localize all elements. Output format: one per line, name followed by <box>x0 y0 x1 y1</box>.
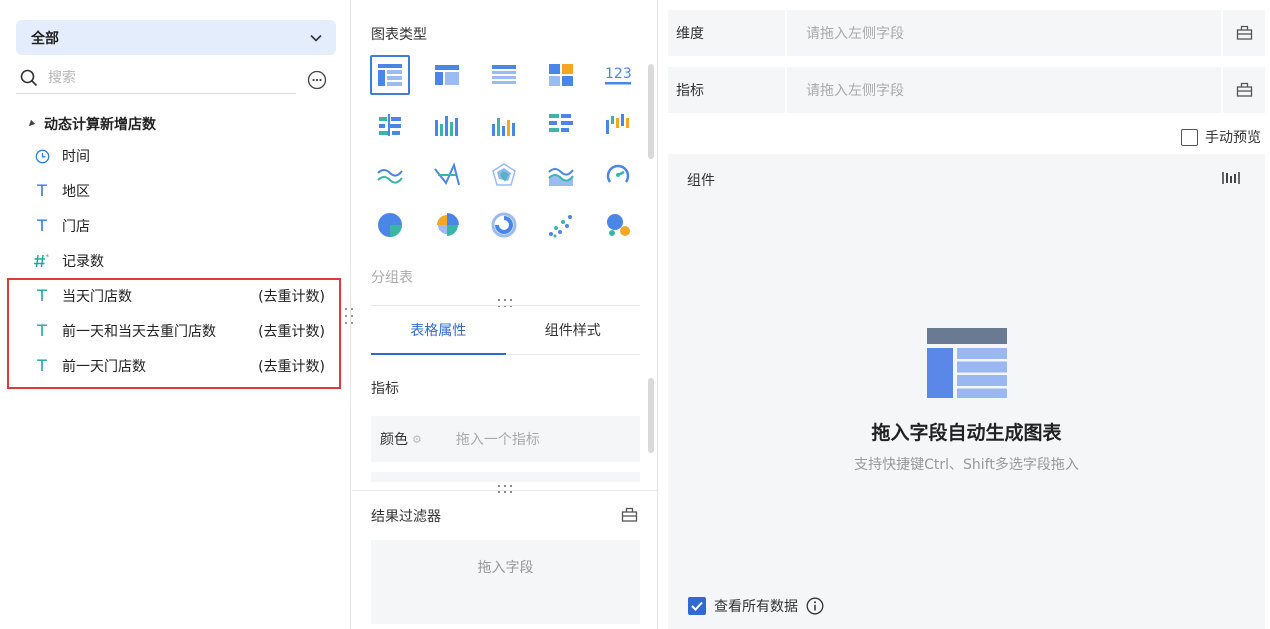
empty-state-title: 拖入字段自动生成图表 <box>871 422 1062 444</box>
current-chart-type: 分组表 <box>371 270 413 286</box>
view-all-data-toggle[interactable]: 查看所有数据 <box>688 596 824 616</box>
chart-type-title: 图表类型 <box>371 27 427 43</box>
field-name: 地区 <box>62 184 90 200</box>
svg-text:123: 123 <box>605 66 632 82</box>
radar-line-icon[interactable] <box>427 155 467 195</box>
metric-label: 指标 <box>668 67 787 113</box>
metric-placeholder: 请拖入左侧字段 <box>806 83 904 99</box>
waterfall-icon[interactable] <box>598 105 638 145</box>
kpi-card-icon[interactable] <box>541 55 581 95</box>
dimension-label: 维度 <box>668 10 787 56</box>
color-placeholder: 拖入一个指标 <box>455 432 540 448</box>
empty-state-hint: 支持快捷键Ctrl、Shift多选字段拖入 <box>854 457 1079 473</box>
manual-preview-toggle[interactable]: 手动预览 <box>1181 127 1261 147</box>
svg-text:*: * <box>46 253 50 261</box>
view-all-label: 查看所有数据 <box>714 599 798 615</box>
scope-dropdown[interactable]: 全部 <box>16 20 336 55</box>
dimension-drop-slot[interactable]: 维度 请拖入左侧字段 <box>668 10 1265 56</box>
donut-chart-icon[interactable] <box>484 205 524 245</box>
metric-drop-slot[interactable]: 指标 请拖入左侧字段 <box>668 67 1265 113</box>
info-icon[interactable] <box>806 597 824 615</box>
number-indicator-icon[interactable]: 123 <box>598 55 638 95</box>
field-name: 门店 <box>62 219 90 235</box>
metrics-section-label: 指标 <box>371 381 399 397</box>
cross-table-icon[interactable] <box>427 55 467 95</box>
gauge-icon[interactable] <box>598 155 638 195</box>
radar-chart-icon[interactable] <box>484 155 524 195</box>
color-drop-zone[interactable]: 颜色 ⚙ 拖入一个指标 <box>371 416 640 462</box>
bubble-chart-icon[interactable] <box>598 205 638 245</box>
search-icon <box>20 69 38 86</box>
color-label: 颜色 <box>380 432 408 448</box>
filter-placeholder: 拖入字段 <box>477 560 534 576</box>
filter-drop-zone[interactable]: 拖入字段 <box>371 540 640 624</box>
text-type-icon: T <box>37 181 47 200</box>
search-input[interactable] <box>48 69 268 86</box>
scope-label: 全部 <box>31 30 59 47</box>
chart-layout-icon[interactable] <box>1222 169 1240 187</box>
horizontal-bar-icon[interactable] <box>541 105 581 145</box>
scatter-chart-icon[interactable] <box>541 205 581 245</box>
next-property-row <box>371 472 640 482</box>
result-filter-title: 结果过滤器 <box>371 509 441 525</box>
stacked-column-icon[interactable] <box>427 105 467 145</box>
resize-dots-icon[interactable] <box>496 484 514 494</box>
dimension-placeholder: 请拖入左侧字段 <box>806 26 904 42</box>
clock-icon <box>32 149 52 164</box>
chart-grid-scrollbar[interactable] <box>648 64 654 159</box>
pie-chart-icon[interactable] <box>370 205 410 245</box>
field-name: 记录数 <box>62 254 104 270</box>
app-root: 全部 动态计算新增店数 时间 T 地区 T 门店 <box>0 0 1270 629</box>
canvas-panel: 维度 请拖入左侧字段 指标 请拖入左侧字段 手动预览 组件 拖入字段自动生成图表… <box>659 0 1270 629</box>
table-illustration-icon <box>927 328 1007 398</box>
manual-preview-checkbox[interactable] <box>1181 128 1198 146</box>
chevron-down-icon <box>310 34 322 42</box>
grouped-table-icon[interactable] <box>370 55 410 95</box>
field-item-time[interactable]: 时间 <box>32 142 330 170</box>
tab-component-style[interactable]: 组件样式 <box>506 306 641 354</box>
config-panel: 图表类型 123 分组表 表格属性 组件样式 指标 颜色 ⚙ 拖入一个指标 结果… <box>352 0 658 629</box>
text-type-icon: T <box>37 216 47 235</box>
line-chart-icon[interactable] <box>370 155 410 195</box>
component-label: 组件 <box>687 173 715 189</box>
field-item-region[interactable]: T 地区 <box>32 177 330 205</box>
field-item-record-count[interactable]: * 记录数 <box>32 247 330 275</box>
highlight-box <box>7 278 341 389</box>
divider <box>352 490 658 491</box>
filter-settings-icon[interactable] <box>621 507 638 523</box>
dataset-name: 动态计算新增店数 <box>44 117 156 133</box>
metric-settings-icon[interactable] <box>1221 67 1265 113</box>
grouped-bar-icon[interactable] <box>370 105 410 145</box>
manual-preview-label: 手动预览 <box>1205 130 1261 146</box>
more-options-icon[interactable] <box>307 70 327 90</box>
settings-icon[interactable]: ⚙ <box>412 433 422 446</box>
number-type-icon: * <box>32 253 52 269</box>
tab-table-properties[interactable]: 表格属性 <box>371 306 506 355</box>
search-box <box>16 62 296 94</box>
properties-scrollbar[interactable] <box>648 378 654 453</box>
detail-table-icon[interactable] <box>484 55 524 95</box>
field-item-store[interactable]: T 门店 <box>32 212 330 240</box>
dataset-node[interactable]: 动态计算新增店数 <box>26 114 156 134</box>
area-chart-icon[interactable] <box>541 155 581 195</box>
view-all-checkbox[interactable] <box>688 597 706 615</box>
field-panel: 全部 动态计算新增店数 时间 T 地区 T 门店 <box>0 0 351 629</box>
dimension-settings-icon[interactable] <box>1221 10 1265 56</box>
field-name: 时间 <box>62 149 90 165</box>
caret-down-icon <box>26 119 36 129</box>
component-canvas[interactable]: 组件 拖入字段自动生成图表 支持快捷键Ctrl、Shift多选字段拖入 查看所有… <box>668 154 1265 629</box>
rose-chart-icon[interactable] <box>427 205 467 245</box>
column-chart-icon[interactable] <box>484 105 524 145</box>
property-tabs: 表格属性 组件样式 <box>371 305 640 355</box>
